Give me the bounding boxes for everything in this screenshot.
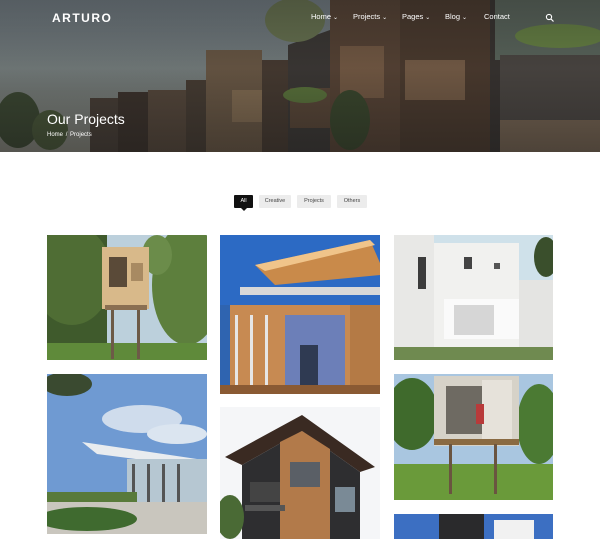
project-tile[interactable] — [47, 235, 207, 360]
project-image — [47, 374, 207, 534]
chevron-down-icon: ⌄ — [382, 15, 388, 21]
project-tile[interactable] — [47, 374, 207, 534]
page-title: Our Projects — [47, 111, 125, 127]
nav-projects[interactable]: Projects ⌄ — [353, 12, 387, 21]
project-tile[interactable] — [220, 407, 380, 539]
project-image — [47, 235, 207, 360]
project-tile[interactable] — [394, 235, 553, 360]
project-image — [394, 374, 553, 500]
project-image — [394, 235, 553, 360]
project-image — [220, 407, 380, 539]
project-tile[interactable] — [394, 514, 553, 539]
nav-home[interactable]: Home ⌄ — [311, 12, 338, 21]
project-filters: All Creative Projects Others — [0, 195, 600, 211]
nav-contact[interactable]: Contact — [484, 12, 510, 21]
chevron-down-icon: ⌄ — [462, 15, 468, 21]
filter-creative[interactable]: Creative — [259, 195, 291, 208]
filter-all[interactable]: All — [234, 195, 253, 211]
filter-projects[interactable]: Projects — [297, 195, 331, 208]
chevron-down-icon: ⌄ — [425, 15, 431, 21]
search-icon[interactable] — [545, 13, 555, 23]
hero-banner: ARTURO Home ⌄ Projects ⌄ Pages ⌄ Blog ⌄ Cont… — [0, 0, 600, 152]
breadcrumb-separator: / — [65, 132, 68, 138]
project-tile[interactable] — [220, 235, 380, 394]
nav-blog[interactable]: Blog ⌄ — [445, 12, 467, 21]
project-tile[interactable] — [394, 374, 553, 500]
breadcrumb-home[interactable]: Home — [47, 132, 63, 138]
breadcrumb: Home / Projects — [47, 132, 93, 138]
logo[interactable]: ARTURO — [52, 11, 112, 25]
project-image — [394, 514, 553, 539]
project-image — [220, 235, 380, 394]
nav-pages[interactable]: Pages ⌄ — [402, 12, 430, 21]
chevron-down-icon: ⌄ — [333, 15, 339, 21]
filter-others[interactable]: Others — [337, 195, 367, 208]
breadcrumb-current: Projects — [70, 132, 92, 138]
